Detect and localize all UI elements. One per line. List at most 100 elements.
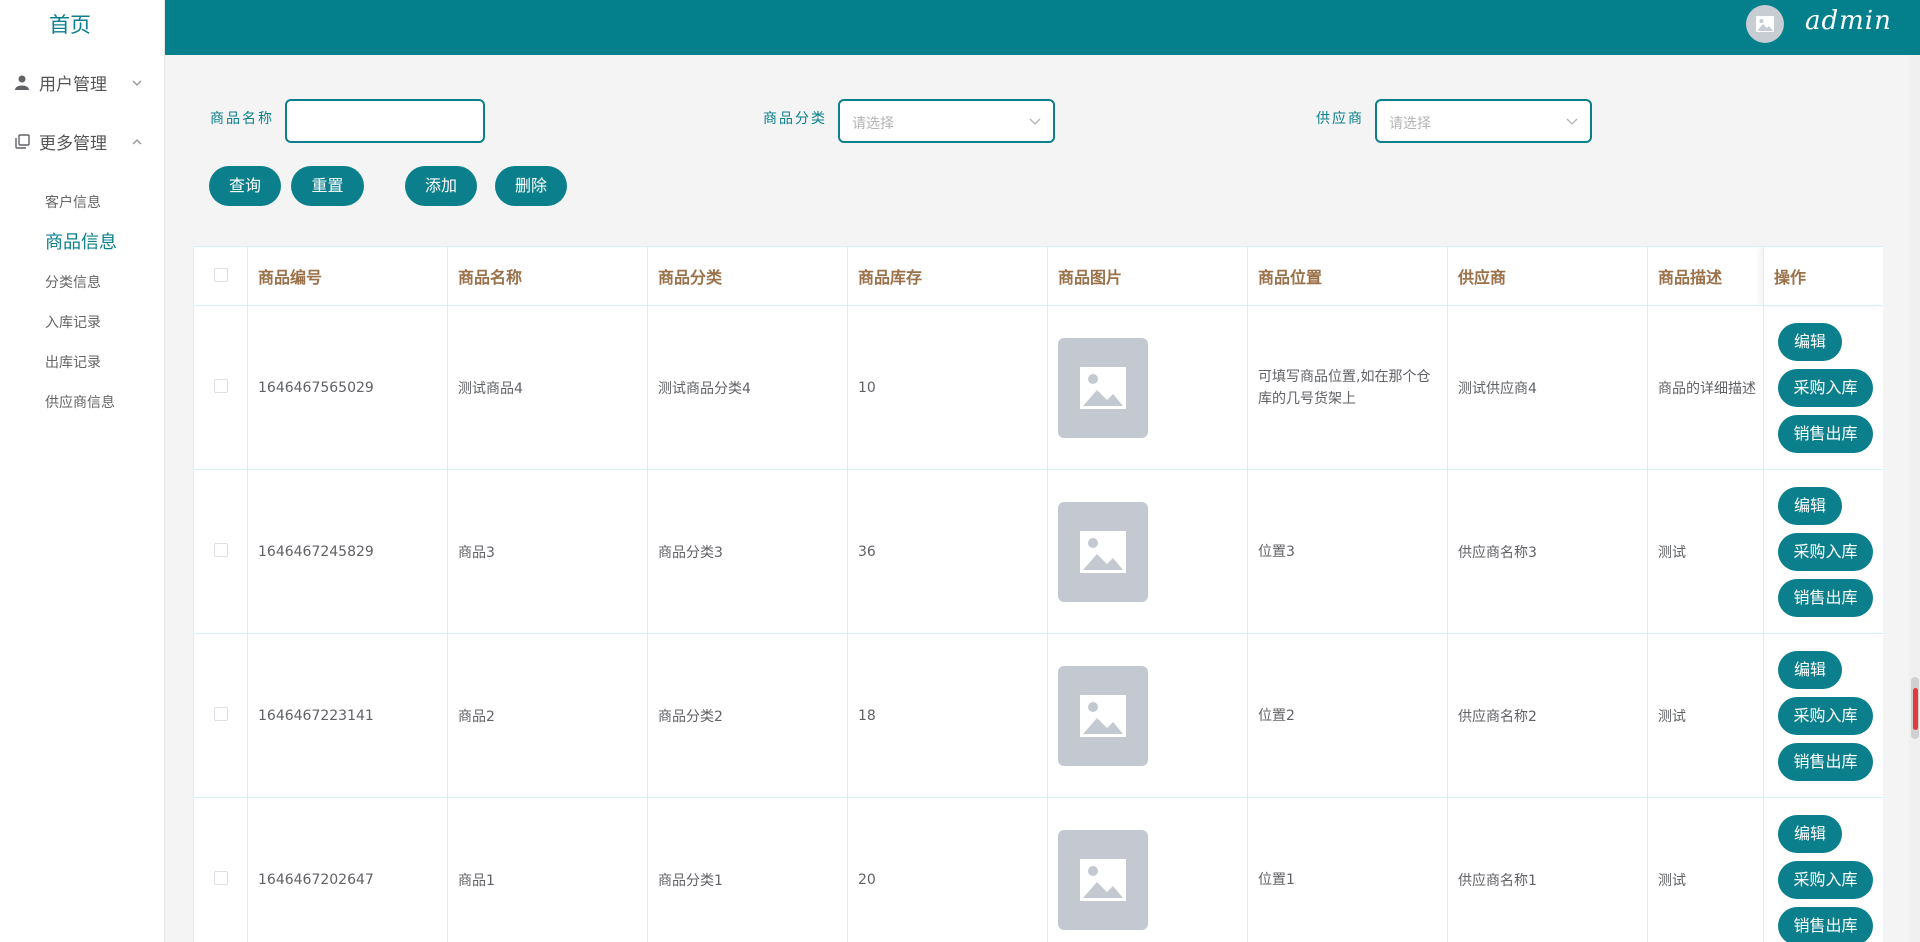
sidebar-item-products[interactable]: 商品信息	[0, 223, 164, 263]
username[interactable]: admin	[1805, 6, 1892, 36]
product-table: 商品编号 商品名称 商品分类 商品库存 商品图片 商品位置 供应商 商品描述 操…	[193, 246, 1883, 942]
cell-product-category: 测试商品分类4	[647, 305, 848, 470]
sidebar: 首页 用户管理 更多管理 客户信息 商品信息 分类信息 入库记录 出库记录 供应…	[0, 0, 165, 942]
column-header[interactable]: 商品名称	[447, 246, 648, 306]
cell-product-name: 商品1	[447, 797, 648, 942]
sidebar-item-inbound[interactable]: 入库记录	[0, 303, 164, 343]
position-text: 位置2	[1258, 707, 1295, 724]
select-all-checkbox[interactable]	[213, 267, 228, 282]
reset-button[interactable]: 重置	[291, 166, 364, 206]
image-icon	[1080, 366, 1126, 409]
cell-product-id: 1646467202647	[247, 797, 448, 942]
chevron-down-icon	[132, 80, 142, 86]
sidebar-menu-label: 用户管理	[39, 75, 107, 95]
row-checkbox[interactable]	[213, 706, 228, 721]
supplier-select[interactable]: 请选择	[1375, 99, 1592, 143]
purchase-in-button[interactable]: 采购入库	[1778, 532, 1873, 571]
select-all-cell	[193, 246, 248, 306]
cell-product-stock: 36	[847, 469, 1048, 634]
position-text: 位置3	[1258, 543, 1295, 560]
column-header[interactable]: 商品库存	[847, 246, 1048, 306]
product-name-label: 商品名称	[210, 111, 274, 127]
cell-description: 测试	[1647, 633, 1764, 798]
image-icon	[1080, 858, 1126, 901]
cell-product-id: 1646467245829	[247, 469, 448, 634]
product-category-select[interactable]: 请选择	[838, 99, 1055, 143]
sidebar-item-suppliers[interactable]: 供应商信息	[0, 383, 164, 423]
cell-product-category: 商品分类3	[647, 469, 848, 634]
edit-button[interactable]: 编辑	[1778, 650, 1842, 689]
edit-button[interactable]: 编辑	[1778, 322, 1842, 361]
position-text: 可填写商品位置,如在那个仓库的几号货架上	[1258, 368, 1431, 407]
cell-product-id: 1646467565029	[247, 305, 448, 470]
select-placeholder: 请选择	[852, 116, 894, 132]
sale-out-button[interactable]: 销售出库	[1778, 742, 1873, 781]
supplier-label: 供应商	[1316, 111, 1364, 127]
sidebar-home-link[interactable]: 首页	[0, 0, 164, 50]
cell-actions: 编辑 采购入库 销售出库	[1763, 305, 1883, 470]
cell-product-position: 可填写商品位置,如在那个仓库的几号货架上	[1247, 305, 1448, 470]
cell-actions: 编辑 采购入库 销售出库	[1763, 469, 1883, 634]
product-image	[1058, 829, 1148, 930]
column-header[interactable]: 商品位置	[1247, 246, 1448, 306]
cell-description: 商品的详细描述	[1647, 305, 1764, 470]
edit-button[interactable]: 编辑	[1778, 486, 1842, 525]
chevron-down-icon	[1566, 118, 1578, 125]
sidebar-item-customers[interactable]: 客户信息	[0, 183, 164, 223]
sidebar-menu-user-management[interactable]: 用户管理	[0, 53, 164, 112]
select-placeholder: 请选择	[1389, 116, 1431, 132]
sidebar-menu-label: 更多管理	[39, 134, 107, 154]
cell-actions: 编辑 采购入库 销售出库	[1763, 797, 1883, 942]
cell-product-name: 测试商品4	[447, 305, 648, 470]
purchase-in-button[interactable]: 采购入库	[1778, 696, 1873, 735]
row-select-cell	[193, 797, 248, 942]
sidebar-item-outbound[interactable]: 出库记录	[0, 343, 164, 383]
cell-actions: 编辑 采购入库 销售出库	[1763, 633, 1883, 798]
cell-product-stock: 20	[847, 797, 1048, 942]
cell-product-name: 商品3	[447, 469, 648, 634]
query-button[interactable]: 查询	[209, 166, 281, 206]
cell-supplier: 供应商名称1	[1447, 797, 1648, 942]
add-button[interactable]: 添加	[405, 166, 477, 206]
chevron-up-icon	[132, 138, 142, 144]
column-header[interactable]: 商品图片	[1047, 246, 1248, 306]
cell-product-image	[1047, 633, 1248, 798]
cell-description: 测试	[1647, 797, 1764, 942]
purchase-in-button[interactable]: 采购入库	[1778, 860, 1873, 899]
user-icon	[14, 75, 30, 91]
product-image	[1058, 665, 1148, 766]
sale-out-button[interactable]: 销售出库	[1778, 578, 1873, 617]
product-name-input[interactable]	[285, 99, 485, 143]
cell-supplier: 测试供应商4	[1447, 305, 1648, 470]
column-header[interactable]: 商品描述	[1647, 246, 1764, 306]
cell-product-position: 位置2	[1247, 633, 1448, 798]
row-checkbox[interactable]	[213, 378, 228, 393]
cell-product-image	[1047, 305, 1248, 470]
avatar[interactable]	[1746, 5, 1784, 43]
column-header[interactable]: 商品编号	[247, 246, 448, 306]
column-header[interactable]: 供应商	[1447, 246, 1648, 306]
top-header: admin	[165, 0, 1920, 55]
table-row: 1646467202647 商品1 商品分类1 20 位置1 供应商名称1 测试…	[193, 797, 1883, 942]
image-icon	[1080, 694, 1126, 737]
cell-product-category: 商品分类1	[647, 797, 848, 942]
sidebar-menu-more-management[interactable]: 更多管理	[0, 112, 164, 171]
row-checkbox[interactable]	[213, 542, 228, 557]
cell-supplier: 供应商名称2	[1447, 633, 1648, 798]
column-header[interactable]: 商品分类	[647, 246, 848, 306]
sidebar-item-categories[interactable]: 分类信息	[0, 263, 164, 303]
cell-product-image	[1047, 797, 1248, 942]
image-icon	[1756, 16, 1774, 32]
sale-out-button[interactable]: 销售出库	[1778, 414, 1873, 453]
purchase-in-button[interactable]: 采购入库	[1778, 368, 1873, 407]
page-scrollbar[interactable]	[1909, 55, 1920, 942]
sale-out-button[interactable]: 销售出库	[1778, 906, 1873, 942]
edit-button[interactable]: 编辑	[1778, 814, 1842, 853]
row-checkbox[interactable]	[213, 870, 228, 885]
position-text: 位置1	[1258, 871, 1295, 888]
cell-supplier: 供应商名称3	[1447, 469, 1648, 634]
table-row: 1646467223141 商品2 商品分类2 18 位置2 供应商名称2 测试…	[193, 633, 1883, 798]
delete-button[interactable]: 删除	[495, 166, 567, 206]
cell-product-image	[1047, 469, 1248, 634]
product-image	[1058, 337, 1148, 438]
